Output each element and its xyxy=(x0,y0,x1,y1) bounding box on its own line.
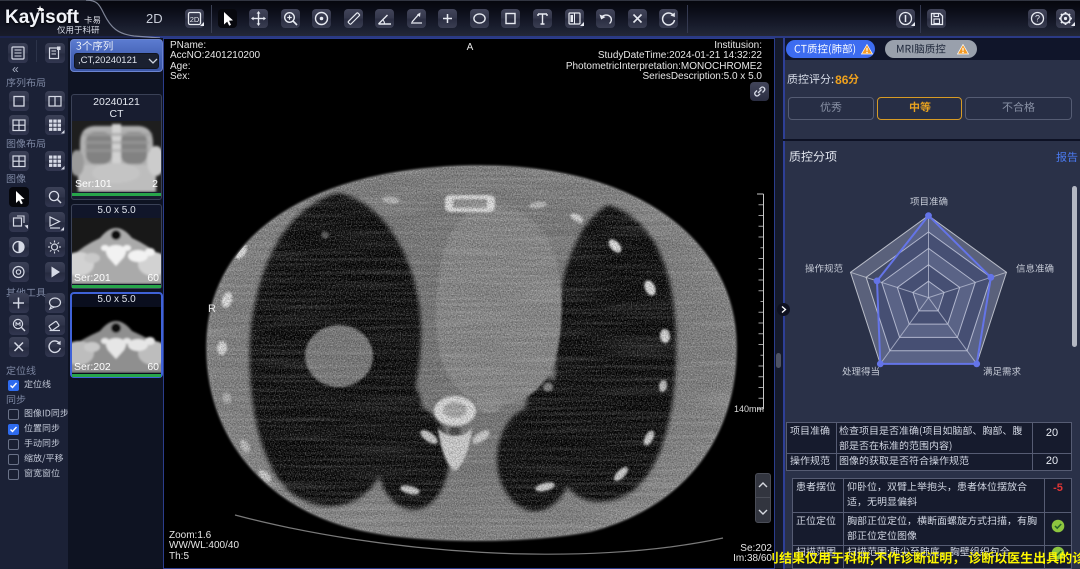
svg-text:2D: 2D xyxy=(190,15,200,24)
svg-text:2: 2 xyxy=(152,178,158,190)
svg-text:?: ? xyxy=(1035,14,1040,24)
svg-text:Ser:101: Ser:101 xyxy=(75,178,112,190)
